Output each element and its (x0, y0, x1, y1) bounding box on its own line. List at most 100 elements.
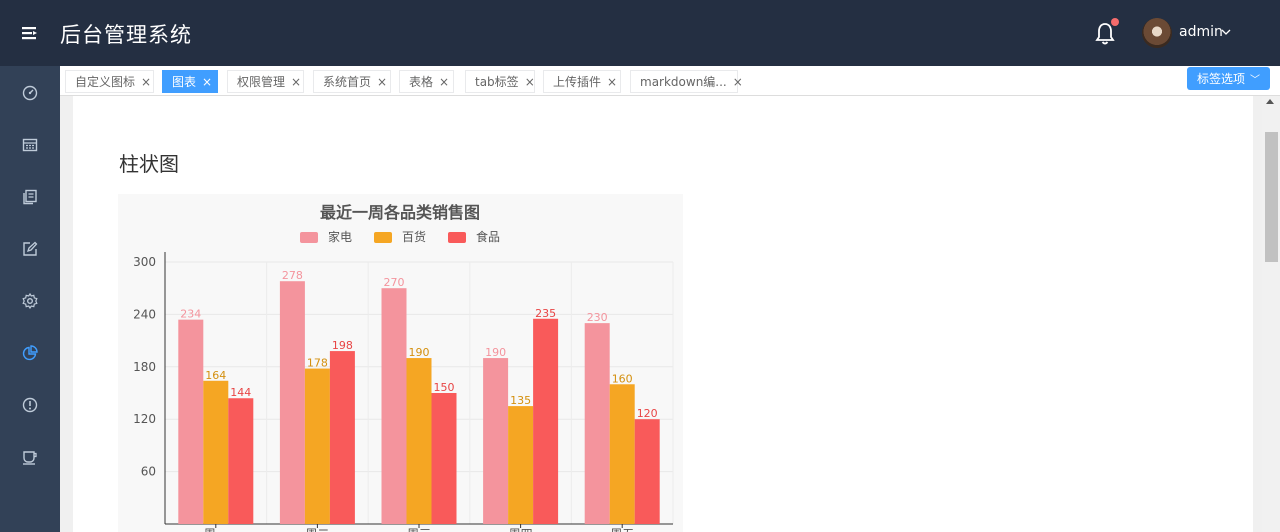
bar-value-label: 190 (485, 346, 506, 359)
bar (483, 358, 509, 524)
bar-value-label: 178 (307, 357, 328, 370)
bar-value-label: 270 (384, 276, 405, 289)
dashboard-icon (22, 85, 38, 101)
sidebar-item-warning[interactable] (0, 379, 60, 431)
chevron-down-icon[interactable] (1221, 27, 1231, 37)
tab-tabs[interactable]: tab标签 × (465, 70, 535, 93)
tab-permission[interactable]: 权限管理 × (227, 70, 304, 93)
edit-icon (23, 241, 38, 256)
bar-value-label: 135 (510, 394, 531, 407)
username[interactable]: admin (1179, 24, 1223, 40)
bar (406, 358, 432, 524)
tab-label: markdown编... (640, 75, 727, 89)
close-icon[interactable]: × (733, 75, 743, 89)
bar (329, 351, 355, 524)
legend-label: 家电 (328, 229, 352, 244)
tab-markdown[interactable]: markdown编... × (630, 70, 743, 93)
tab-label: 表格 (409, 75, 434, 89)
x-tick-label: 周一 (204, 527, 228, 532)
bar (431, 393, 457, 524)
bar-value-label: 234 (180, 308, 201, 321)
bar-chart-svg: 最近一周各品类销售图家电 百货 食品 60 120 180 240 300 234 164 144 周… (133, 203, 674, 532)
bar-chart: 最近一周各品类销售图家电 百货 食品 60 120 180 240 300 234 164 144 周… (118, 194, 683, 532)
table-icon (22, 138, 38, 152)
tab-custom-icon[interactable]: 自定义图标 × (65, 70, 154, 93)
tab-label: 权限管理 (237, 75, 286, 89)
sidebar-item-charts[interactable] (0, 327, 60, 379)
tab-home[interactable]: 系统首页 × (313, 70, 391, 93)
coffee-icon (23, 451, 37, 465)
x-tick-label: 周三 (407, 527, 431, 532)
sidebar-item-settings[interactable] (0, 275, 60, 327)
tags-bar: 自定义图标 × 图表 × 权限管理 × 系统首页 × 表格 × tab标签 × 上传插件 × … (60, 66, 1280, 96)
close-icon[interactable]: × (607, 75, 617, 89)
menu-toggle-icon[interactable] (20, 23, 40, 43)
warning-icon (22, 397, 38, 413)
bar-value-label: 230 (587, 311, 608, 324)
bar-value-label: 198 (332, 339, 353, 352)
bar (381, 288, 407, 524)
x-tick-label: 周四 (509, 527, 533, 532)
pie-chart-icon (22, 345, 38, 361)
settings-icon (22, 293, 38, 309)
bar (304, 368, 330, 524)
bar (203, 380, 229, 524)
close-icon[interactable]: × (291, 75, 301, 89)
x-tick-label: 周二 (305, 527, 329, 532)
bar-value-label: 235 (535, 307, 556, 320)
tab-label: 系统首页 (323, 75, 372, 89)
bar (584, 323, 610, 524)
tab-label: 上传插件 (553, 75, 602, 89)
avatar[interactable] (1142, 18, 1172, 48)
bar-value-label: 120 (637, 407, 658, 420)
chart-title: 最近一周各品类销售图 (320, 203, 480, 222)
chevron-down-icon: ﹀ (1250, 75, 1260, 86)
close-icon[interactable]: × (525, 75, 535, 89)
top-header: 后台管理系统 admin (0, 0, 1280, 66)
scroll-up-arrow-icon[interactable] (1266, 99, 1274, 104)
app-title: 后台管理系统 (60, 23, 192, 47)
sidebar (0, 66, 60, 532)
bar-value-label: 278 (282, 269, 303, 282)
legend-label: 食品 (476, 229, 500, 244)
tab-label: tab标签 (475, 75, 519, 89)
bar (228, 398, 254, 524)
scrollbar-thumb[interactable] (1265, 132, 1278, 262)
section-title: 柱状图 (119, 152, 179, 176)
sidebar-item-table[interactable] (0, 119, 60, 171)
bar (609, 384, 635, 524)
legend-swatch (448, 232, 466, 243)
tab-charts[interactable]: 图表 × (162, 70, 218, 93)
bar (533, 318, 559, 524)
y-tick-label: 60 (141, 465, 156, 479)
y-tick-label: 240 (133, 307, 156, 321)
close-icon[interactable]: × (439, 75, 449, 89)
notification-badge (1111, 18, 1119, 26)
tab-options-button[interactable]: 标签选项 ﹀ (1187, 67, 1270, 90)
bar (178, 319, 204, 524)
x-tick-label: 周五 (610, 527, 634, 532)
close-icon[interactable]: × (377, 75, 387, 89)
bar-value-label: 150 (434, 381, 455, 394)
legend-label: 百货 (402, 229, 426, 244)
close-icon[interactable]: × (202, 75, 212, 89)
tab-upload[interactable]: 上传插件 × (543, 70, 621, 93)
bar (634, 419, 660, 524)
bar (279, 281, 305, 524)
sidebar-item-tabs[interactable] (0, 171, 60, 223)
close-icon[interactable]: × (141, 75, 151, 89)
legend-swatch (300, 232, 318, 243)
sidebar-item-donate[interactable] (0, 431, 60, 483)
sidebar-item-dashboard[interactable] (0, 67, 60, 119)
bar (508, 406, 534, 524)
bar-value-label: 164 (205, 369, 226, 382)
tab-options-label: 标签选项 (1196, 72, 1245, 86)
sidebar-item-form[interactable] (0, 223, 60, 275)
bar-value-label: 144 (230, 386, 251, 399)
y-tick-label: 180 (133, 360, 156, 374)
tab-table[interactable]: 表格 × (399, 70, 454, 93)
main-content: 柱状图 最近一周各品类销售图 家电 百货 食品 60 120 180 240 300 234 164… (73, 96, 1253, 532)
tab-label: 图表 (172, 75, 197, 89)
bar-value-label: 160 (612, 372, 633, 385)
tabs-icon (23, 189, 37, 205)
